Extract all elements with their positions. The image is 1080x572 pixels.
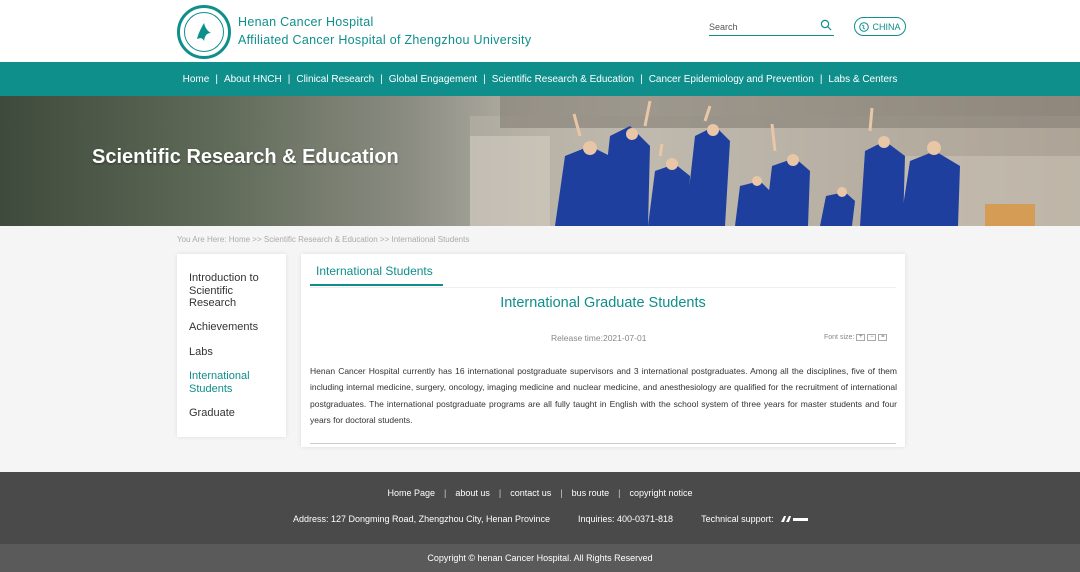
- hospital-logo[interactable]: [177, 5, 231, 59]
- tab-international-students[interactable]: International Students: [310, 262, 443, 286]
- sidebar-item-labs[interactable]: Labs: [189, 346, 279, 359]
- crane-logo-icon: [197, 23, 211, 41]
- footer-link-copyright[interactable]: copyright notice: [629, 488, 692, 498]
- language-switch-button[interactable]: CHINA: [854, 17, 906, 36]
- site-header: Henan Cancer Hospital Affiliated Cancer …: [0, 0, 1080, 62]
- support-logo-icon[interactable]: [780, 514, 810, 524]
- footer-info: Address: 127 Dongming Road, Zhengzhou Ci…: [293, 514, 810, 524]
- footer-link-home[interactable]: Home Page: [387, 488, 435, 498]
- language-label: CHINA: [872, 21, 901, 32]
- release-time: Release time:2021-07-01: [551, 333, 647, 343]
- globe-icon: [859, 21, 870, 32]
- page-banner: Scientific Research & Education: [0, 96, 1080, 226]
- footer-link-bus-route[interactable]: bus route: [572, 488, 610, 498]
- site-footer: Home Page | about us | contact us | bus …: [0, 472, 1080, 544]
- sidebar: Introduction to Scientific Research Achi…: [177, 254, 286, 437]
- brand-subtitle: Affiliated Cancer Hospital of Zhengzhou …: [238, 33, 532, 47]
- footer-technical-support: Technical support:: [701, 514, 774, 524]
- footer-address: Address: 127 Dongming Road, Zhengzhou Ci…: [293, 514, 550, 524]
- article-body: Henan Cancer Hospital currently has 16 i…: [310, 366, 897, 425]
- copyright-bar: Copyright © henan Cancer Hospital. All R…: [0, 544, 1080, 572]
- nav-item-labs-centers[interactable]: Labs & Centers: [828, 74, 897, 85]
- font-increase-button[interactable]: +: [856, 334, 866, 341]
- sidebar-item-introduction[interactable]: Introduction to Scientific Research: [189, 272, 279, 310]
- search-box: [709, 17, 834, 36]
- footer-links: Home Page | about us | contact us | bus …: [387, 488, 693, 498]
- footer-inquiries: Inquiries: 400-0371-818: [577, 514, 674, 524]
- sidebar-item-international-students[interactable]: International Students: [189, 370, 279, 395]
- nav-item-cancer-epidemiology[interactable]: Cancer Epidemiology and Prevention: [649, 74, 814, 85]
- nav-item-scientific-research[interactable]: Scientific Research & Education: [492, 74, 634, 85]
- banner-title: Scientific Research & Education: [92, 146, 399, 168]
- sidebar-item-graduate[interactable]: Graduate: [189, 407, 279, 420]
- nav-item-home[interactable]: Home: [183, 74, 210, 85]
- brand-name: Henan Cancer Hospital: [238, 15, 374, 29]
- nav-item-about[interactable]: About HNCH: [224, 74, 282, 85]
- font-size-controls: Font size: + − =: [824, 334, 888, 341]
- main-nav: Home | About HNCH | Clinical Research | …: [0, 62, 1080, 96]
- search-icon[interactable]: [820, 19, 832, 31]
- article-panel: International Students International Gra…: [301, 254, 905, 447]
- article-title: International Graduate Students: [500, 295, 706, 311]
- font-size-label: Font size:: [824, 334, 855, 341]
- nav-item-clinical-research[interactable]: Clinical Research: [296, 74, 374, 85]
- footer-link-about[interactable]: about us: [455, 488, 490, 498]
- font-reset-button[interactable]: =: [878, 334, 888, 341]
- footer-link-contact[interactable]: contact us: [510, 488, 551, 498]
- search-input[interactable]: [709, 18, 814, 32]
- nav-item-global-engagement[interactable]: Global Engagement: [389, 74, 477, 85]
- font-decrease-button[interactable]: −: [867, 334, 877, 341]
- sidebar-item-achievements[interactable]: Achievements: [189, 321, 279, 334]
- breadcrumb: You Are Here: Home >> Scientific Researc…: [177, 235, 470, 244]
